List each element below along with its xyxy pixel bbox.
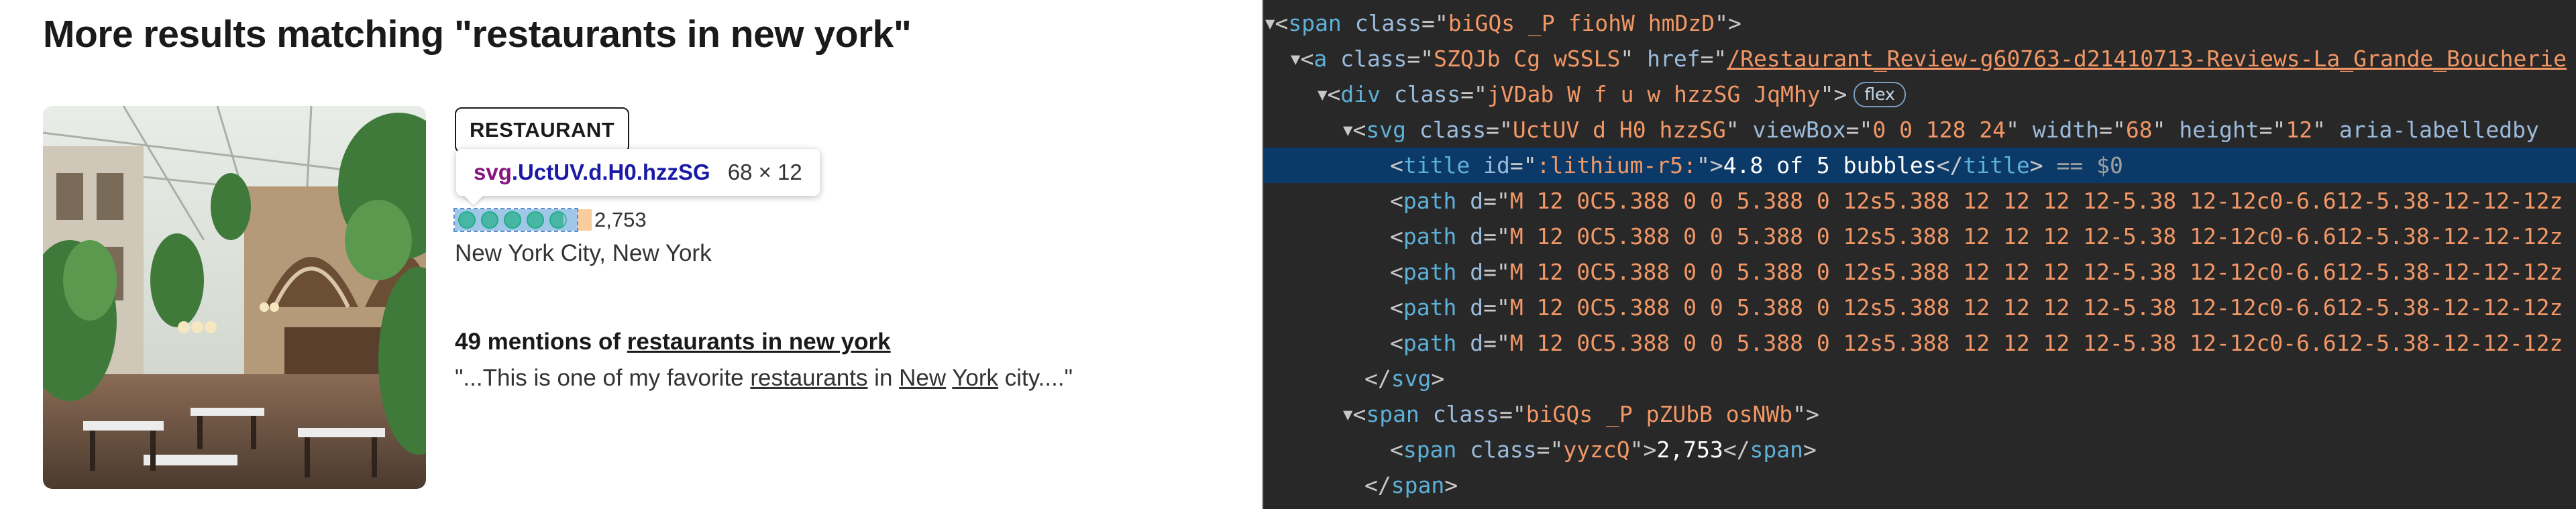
- rating-margin-highlight: [577, 209, 592, 231]
- href-link[interactable]: /Restaurant_Review-g60763-d21410713-Revi…: [1727, 46, 2567, 72]
- devtools-inspect-tooltip: svg .UctUV.d.H0.hzzSG 68 × 12: [456, 149, 820, 196]
- quote-keyword-restaurants: restaurants: [750, 365, 868, 391]
- quote-space: [946, 365, 952, 391]
- tooltip-class: .UctUV.d.H0.hzzSG: [511, 160, 710, 184]
- dom-node-svg-close[interactable]: </svg >: [1364, 361, 2576, 396]
- mentions-link[interactable]: restaurants in new york: [627, 329, 891, 355]
- mentions-line: 49 mentions of restaurants in new york: [455, 329, 891, 355]
- dom-node-svg[interactable]: ▼ < svg class =" UctUV d H0 hzzSG " viewBox ="…: [1343, 112, 2576, 148]
- results-heading: More results matching "restaurants in ne…: [43, 13, 912, 56]
- quote-in: in: [867, 365, 900, 391]
- web-page-viewport: More results matching "restaurants in ne…: [0, 0, 1263, 509]
- dom-node-a[interactable]: ▼ < a class =" SZQJb Cg wSSLS " href ="/Restau…: [1291, 41, 2576, 76]
- rating-bubble-2: [481, 211, 498, 229]
- devtools-elements-panel[interactable]: ▼ < span class =" biGQs _P fiohW hmDzD "> ▼ < a…: [1263, 0, 2576, 509]
- dom-node-path-4[interactable]: < path d =" M 12 0C5.388 0 0 5.388 0 12s5.3…: [1390, 290, 2576, 325]
- dom-node-path-1[interactable]: < path d =" M 12 0C5.388 0 0 5.388 0 12s5.3…: [1390, 183, 2576, 219]
- tooltip-arrow: [463, 194, 484, 205]
- rating-bubbles-icon: [458, 211, 567, 229]
- rating-bubble-3: [504, 211, 521, 229]
- dom-node-title-selected[interactable]: < title id =":lithium-r5: "> 4.8 of 5 bubble…: [1264, 148, 2576, 183]
- quote-keyword-york: York: [952, 365, 999, 391]
- expand-triangle-icon[interactable]: ▼: [1343, 405, 1352, 424]
- dom-node-span-count-wrapper[interactable]: ▼ < span class =" biGQs _P pZUbB osNWb ">: [1343, 396, 2576, 432]
- tooltip-size: 68 × 12: [727, 160, 802, 184]
- quote-keyword-new: New: [899, 365, 947, 391]
- rating-bubble-1: [458, 211, 476, 229]
- expand-triangle-icon[interactable]: ▼: [1291, 50, 1300, 68]
- review-quote: "...This is one of my favorite restauran…: [455, 365, 1073, 392]
- flex-badge[interactable]: flex: [1854, 81, 1906, 107]
- dom-node-span[interactable]: ▼ < span class =" biGQs _P fiohW hmDzD ">: [1265, 5, 2576, 41]
- quote-close: city....": [998, 365, 1073, 391]
- dom-node-path-5[interactable]: < path d =" M 12 0C5.388 0 0 5.388 0 12s5.3…: [1390, 325, 2576, 361]
- category-badge: RESTAURANT: [455, 107, 630, 153]
- dom-node-div[interactable]: ▼ < div class =" jVDab W f u w hzzSG JqMhy ">…: [1318, 76, 2576, 112]
- rating-row[interactable]: 2,753: [453, 208, 647, 232]
- dom-node-span-close[interactable]: </span >: [1364, 467, 2576, 503]
- expand-triangle-icon[interactable]: ▼: [1343, 121, 1352, 139]
- expand-triangle-icon[interactable]: ▼: [1265, 14, 1275, 33]
- dom-node-path-2[interactable]: < path d =" M 12 0C5.388 0 0 5.388 0 12s5.3…: [1390, 219, 2576, 254]
- rating-bubble-4: [527, 211, 544, 229]
- location-text: New York City, New York: [455, 240, 712, 266]
- mentions-count: 49 mentions of: [455, 329, 621, 355]
- restaurant-interior-image: [43, 106, 426, 489]
- tooltip-tag: svg: [474, 160, 512, 184]
- expand-triangle-icon[interactable]: ▼: [1318, 85, 1327, 104]
- restaurant-photo[interactable]: [43, 106, 426, 489]
- quote-open: "...This is one of my favorite: [455, 365, 751, 391]
- dom-node-path-3[interactable]: < path d =" M 12 0C5.388 0 0 5.388 0 12s5.3…: [1390, 254, 2576, 290]
- dom-node-span-count[interactable]: < span class =" yyzcQ "> 2,753 </span >: [1390, 432, 2576, 467]
- rating-bubbles-highlight[interactable]: [453, 208, 578, 232]
- review-count[interactable]: 2,753: [594, 208, 647, 232]
